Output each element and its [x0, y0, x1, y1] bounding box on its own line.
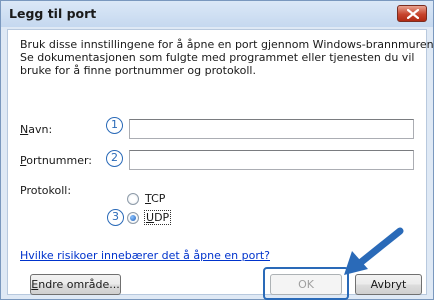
close-button[interactable]: [397, 5, 427, 22]
annotation-step-2: 2: [106, 150, 123, 167]
udp-label-text: DP: [154, 211, 170, 224]
change-scope-button[interactable]: Endre område...: [30, 274, 121, 295]
udp-radio[interactable]: [127, 212, 139, 224]
title-bar[interactable]: Legg til port: [1, 1, 433, 27]
name-input[interactable]: [129, 119, 414, 139]
ok-button[interactable]: OK: [270, 274, 342, 295]
udp-accesskey: U: [146, 211, 155, 224]
udp-label[interactable]: UDP: [143, 210, 172, 225]
add-port-dialog: Legg til port Bruk disse innstillingene …: [0, 0, 434, 300]
tcp-label-text: CP: [151, 192, 166, 205]
annotation-step-3: 3: [107, 209, 124, 226]
tcp-label[interactable]: TCP: [145, 192, 165, 205]
name-label-text: avn:: [28, 123, 53, 136]
dialog-title: Legg til port: [9, 6, 97, 21]
udp-focus-box: UDP: [143, 210, 172, 225]
port-number-label: Portnummer:: [20, 154, 92, 167]
annotation-step-1: 1: [106, 117, 123, 134]
pointer-arrow-icon: [344, 227, 404, 275]
tcp-radio[interactable]: [127, 193, 139, 205]
change-scope-label: ndre område...: [38, 278, 120, 291]
protocol-label: Protokoll:: [20, 184, 72, 197]
port-label-text: ortnummer:: [26, 154, 92, 167]
port-number-input[interactable]: [129, 150, 414, 170]
port-risk-help-link[interactable]: Hvilke risikoer innebærer det å åpne en …: [20, 249, 270, 262]
description-line: bruke for å finne portnummer og protokol…: [20, 64, 256, 77]
description: Bruk disse innstillingene for å åpne en …: [20, 38, 434, 77]
close-icon: [407, 9, 419, 19]
name-label: Navn:: [20, 123, 52, 136]
description-line: Se dokumentasjonen som fulgte med progra…: [20, 51, 415, 64]
description-line: Bruk disse innstillingene for å åpne en …: [20, 38, 434, 51]
name-label-accesskey: N: [20, 123, 29, 136]
dialog-body: Bruk disse innstillingene for å åpne en …: [7, 29, 434, 300]
